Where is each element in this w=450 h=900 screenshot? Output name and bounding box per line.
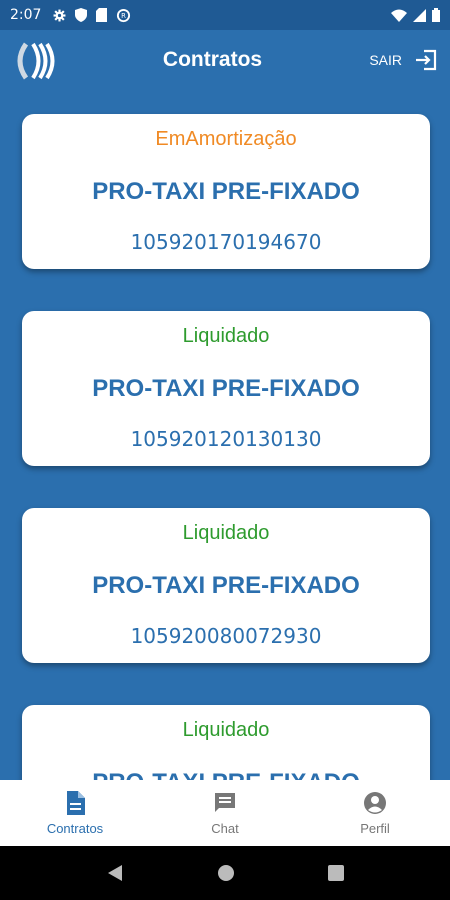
contract-status: Liquidado [182, 719, 270, 741]
data-saver-icon: R [117, 8, 131, 22]
settings-icon [53, 9, 66, 21]
contract-card[interactable]: Liquidado PRO-TAXI PRE-FIXADO [22, 705, 430, 780]
nav-item-contratos[interactable]: Contratos [0, 780, 150, 846]
nav-label-perfil: Perfil [360, 820, 390, 836]
status-time: 2:07 [10, 7, 42, 23]
svg-text:R: R [122, 12, 127, 20]
contract-status: Liquidado [182, 325, 270, 347]
bottom-navigation: Contratos Chat Perfil [0, 780, 450, 846]
battery-icon [432, 8, 440, 22]
shield-icon [75, 8, 88, 22]
account-circle-icon [364, 791, 386, 814]
nav-label-chat: Chat [211, 820, 239, 836]
system-navigation-bar [0, 846, 450, 900]
contract-product: PRO-TAXI PRE-FIXADO [92, 375, 360, 402]
wifi-icon [391, 9, 407, 22]
contract-product: PRO-TAXI PRE-FIXADO [92, 572, 360, 599]
contract-number: 105920170194670 [130, 230, 322, 254]
contract-product: PRO-TAXI PRE-FIXADO [92, 178, 360, 205]
status-bar: 2:07 R [0, 0, 450, 30]
contract-status: EmAmortização [155, 128, 297, 150]
nav-item-chat[interactable]: Chat [150, 780, 300, 846]
logout-label: SAIR [369, 52, 402, 68]
contract-card[interactable]: Liquidado PRO-TAXI PRE-FIXADO 1059200800… [22, 508, 430, 663]
sd-card-icon [96, 8, 108, 22]
signal-icon [413, 8, 426, 22]
exit-icon [416, 49, 437, 71]
contract-status: Liquidado [182, 522, 270, 544]
document-icon [67, 790, 85, 815]
logout-button[interactable]: SAIR [369, 48, 438, 72]
app-bar: Contratos SAIR [0, 30, 450, 92]
home-icon[interactable] [217, 864, 235, 882]
nav-item-perfil[interactable]: Perfil [300, 780, 450, 846]
page-title: Contratos [162, 48, 263, 71]
contract-list: EmAmortização PRO-TAXI PRE-FIXADO 105920… [0, 92, 450, 780]
back-icon[interactable] [106, 864, 124, 882]
contract-number: 105920080072930 [130, 624, 322, 648]
chat-icon [215, 792, 235, 812]
contract-card[interactable]: Liquidado PRO-TAXI PRE-FIXADO 1059201201… [22, 311, 430, 466]
contract-product: PRO-TAXI PRE-FIXADO [22, 769, 430, 780]
nav-label-contratos: Contratos [46, 820, 104, 836]
recents-icon[interactable] [327, 865, 344, 881]
contract-number: 105920120130130 [130, 427, 322, 451]
contract-card[interactable]: EmAmortização PRO-TAXI PRE-FIXADO 105920… [22, 114, 430, 269]
